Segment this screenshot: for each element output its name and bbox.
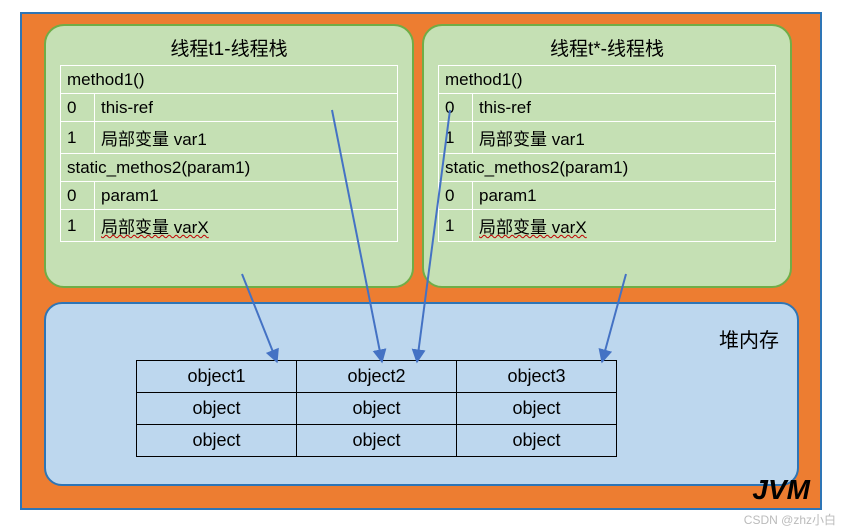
stack-table-tx: method1() 0this-ref 1局部变量 var1 static_me… [438, 65, 776, 242]
heap-cell: object [457, 393, 617, 425]
var-name: this-ref [95, 94, 398, 122]
thread-stack-t1: 线程t1-线程栈 method1() 0this-ref 1局部变量 var1 … [44, 24, 414, 288]
var-index: 1 [61, 210, 95, 242]
heap-container: 堆内存 object1 object2 object3 object objec… [44, 302, 799, 486]
method-header: method1() [61, 66, 398, 94]
var-name: param1 [95, 182, 398, 210]
heap-table: object1 object2 object3 object object ob… [136, 360, 617, 457]
var-index: 0 [61, 182, 95, 210]
heap-cell: object [297, 393, 457, 425]
var-name: 局部变量 var1 [473, 122, 776, 154]
stack-table-t1: method1() 0this-ref 1局部变量 var1 static_me… [60, 65, 398, 242]
var-name: this-ref [473, 94, 776, 122]
heap-cell: object [137, 425, 297, 457]
heap-cell: object3 [457, 361, 617, 393]
heap-cell: object1 [137, 361, 297, 393]
thread-stack-tx: 线程t*-线程栈 method1() 0this-ref 1局部变量 var1 … [422, 24, 792, 288]
method-header: static_methos2(param1) [61, 154, 398, 182]
watermark: CSDN @zhz小白 [744, 511, 836, 528]
jvm-container: 线程t1-线程栈 method1() 0this-ref 1局部变量 var1 … [20, 12, 822, 510]
heap-cell: object [137, 393, 297, 425]
var-index: 0 [439, 94, 473, 122]
heap-cell: object2 [297, 361, 457, 393]
method-header: static_methos2(param1) [439, 154, 776, 182]
var-index: 1 [439, 210, 473, 242]
heap-cell: object [457, 425, 617, 457]
thread-title-tx: 线程t*-线程栈 [438, 34, 776, 61]
method-header: method1() [439, 66, 776, 94]
var-name: 局部变量 var1 [95, 122, 398, 154]
var-index: 1 [439, 122, 473, 154]
jvm-label: JVM [752, 474, 810, 506]
var-name: param1 [473, 182, 776, 210]
heap-cell: object [297, 425, 457, 457]
var-index: 0 [439, 182, 473, 210]
heap-label: 堆内存 [719, 324, 779, 353]
var-name: 局部变量 varX [95, 210, 398, 242]
var-name: 局部变量 varX [473, 210, 776, 242]
var-index: 0 [61, 94, 95, 122]
var-index: 1 [61, 122, 95, 154]
thread-title-t1: 线程t1-线程栈 [60, 34, 398, 61]
